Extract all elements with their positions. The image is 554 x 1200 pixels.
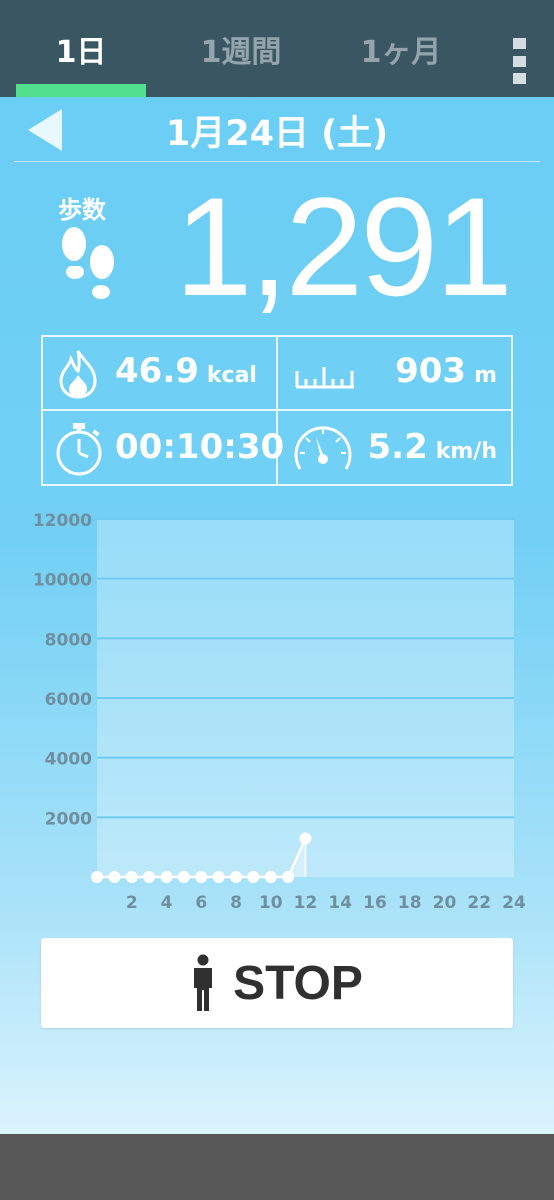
x-tick-label: 16	[363, 893, 387, 913]
speed-unit: km/h	[435, 439, 497, 464]
calories-value: 46.9	[115, 351, 199, 391]
back-arrow-icon[interactable]	[26, 107, 66, 153]
footprints-icon	[62, 227, 114, 299]
data-point	[160, 871, 173, 883]
data-point	[282, 871, 295, 883]
tab-indicator	[16, 84, 146, 97]
y-tick-label: 6000	[45, 690, 92, 710]
y-tick-label: 8000	[45, 630, 92, 650]
x-tick-label: 14	[328, 893, 352, 913]
calories-unit: kcal	[206, 363, 257, 388]
speedometer-icon	[294, 426, 352, 470]
x-tick-label: 4	[161, 893, 173, 913]
data-point	[212, 871, 225, 883]
x-tick-label: 18	[398, 893, 422, 913]
date-header: 1月24日 (土)	[0, 97, 554, 163]
stats-grid: 46.9 kcal 903 m 00:10:30 5.2 km/h	[41, 335, 513, 486]
duration-cell: 00:10:30	[43, 411, 284, 485]
distance-unit: m	[474, 363, 497, 388]
date-title: 1月24日 (土)	[165, 113, 389, 154]
data-point	[91, 871, 103, 883]
more-vertical-icon[interactable]	[508, 38, 530, 84]
x-tick-label: 22	[467, 893, 491, 913]
steps-count: 1,291	[174, 168, 513, 325]
data-point	[125, 871, 138, 883]
x-tick-label: 12	[294, 893, 318, 913]
tab-day[interactable]: 1日	[16, 0, 146, 97]
data-point	[143, 871, 156, 883]
y-tick-label: 4000	[45, 750, 92, 770]
calories-cell: 46.9 kcal	[43, 337, 276, 411]
x-tick-label: 20	[433, 893, 457, 913]
y-tick-label: 2000	[45, 809, 92, 829]
tab-week[interactable]: 1週間	[176, 0, 306, 97]
top-tab-bar: 1日 1週間 1ヶ月	[0, 0, 554, 97]
data-point	[230, 871, 242, 883]
data-point	[108, 871, 121, 883]
distance-cell: 903 m	[278, 337, 511, 411]
steps-label: 歩数	[58, 196, 106, 224]
data-point	[299, 832, 312, 845]
data-point	[264, 871, 277, 883]
data-point	[177, 871, 190, 883]
stop-button-label: STOP	[233, 956, 363, 1010]
data-point	[195, 871, 208, 883]
flame-icon	[59, 350, 97, 399]
x-tick-label: 24	[502, 893, 526, 913]
system-nav-bar	[0, 1134, 554, 1200]
stop-button[interactable]: STOP	[41, 938, 513, 1028]
tab-month[interactable]: 1ヶ月	[336, 0, 466, 97]
x-tick-label: 8	[230, 893, 242, 913]
speed-value: 5.2	[367, 427, 428, 467]
ruler-icon	[295, 367, 354, 389]
distance-value: 903	[395, 351, 467, 391]
duration-value: 00:10:30	[115, 427, 285, 467]
data-point	[247, 871, 260, 883]
stopwatch-icon	[56, 423, 102, 476]
speed-cell: 5.2 km/h	[278, 411, 511, 485]
x-tick-label: 6	[195, 893, 207, 913]
y-tick-label: 10000	[33, 571, 92, 591]
x-tick-label: 2	[126, 893, 138, 913]
y-tick-label: 12000	[33, 511, 92, 531]
hourly-steps-chart: 200040006000800010000120002 4 6 8 10 12 14 16 18…	[33, 511, 526, 913]
divider	[14, 161, 540, 162]
walking-person-icon	[194, 954, 213, 1011]
x-tick-label: 10	[259, 893, 283, 913]
